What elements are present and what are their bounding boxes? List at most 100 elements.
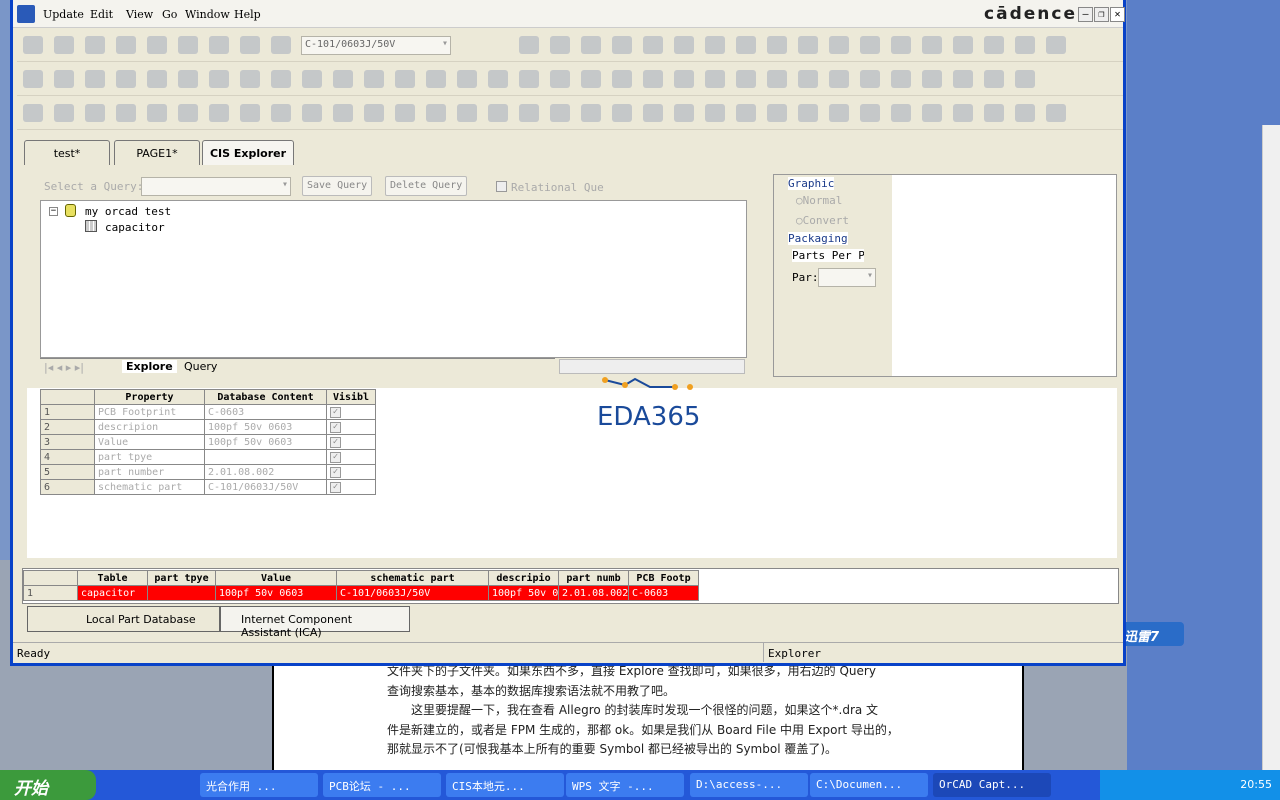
column-header[interactable]: PCB Footp bbox=[628, 570, 699, 586]
toolbar-icon[interactable] bbox=[705, 70, 725, 88]
toolbar-icon[interactable] bbox=[240, 36, 260, 54]
toolbar-icon[interactable] bbox=[116, 36, 136, 54]
result-cell[interactable]: 100pf 50v 0603 bbox=[215, 585, 337, 601]
column-header[interactable] bbox=[23, 570, 78, 586]
collapse-icon[interactable]: − bbox=[49, 207, 58, 216]
toolbar-icon[interactable] bbox=[674, 70, 694, 88]
convert-radio[interactable]: ○Convert bbox=[796, 214, 849, 227]
horizontal-scrollbar[interactable] bbox=[559, 359, 745, 374]
toolbar-icon[interactable] bbox=[333, 104, 353, 122]
toolbar-icon[interactable] bbox=[147, 104, 167, 122]
toolbar-icon[interactable] bbox=[1015, 36, 1035, 54]
toolbar-icon[interactable] bbox=[798, 36, 818, 54]
visible-checkbox[interactable]: ✓ bbox=[330, 467, 341, 478]
table-row[interactable]: 4 part tpye ✓ bbox=[40, 449, 376, 465]
save-query-button[interactable]: Save Query bbox=[302, 176, 373, 196]
column-header[interactable]: Database Content bbox=[204, 389, 327, 405]
toolbar-icon[interactable] bbox=[674, 104, 694, 122]
toolbar-icon[interactable] bbox=[240, 70, 260, 88]
toolbar-icon[interactable] bbox=[23, 104, 43, 122]
toolbar-icon[interactable] bbox=[147, 36, 167, 54]
select-query-combo[interactable] bbox=[141, 177, 291, 196]
toolbar-icon[interactable] bbox=[984, 104, 1004, 122]
column-header[interactable]: Visibl bbox=[326, 389, 376, 405]
toolbar-icon[interactable] bbox=[612, 104, 632, 122]
menu-window[interactable]: Window bbox=[185, 8, 230, 21]
column-header[interactable]: Table bbox=[77, 570, 148, 586]
toolbar-icon[interactable] bbox=[736, 70, 756, 88]
result-cell[interactable]: 1 bbox=[23, 585, 78, 601]
column-header[interactable]: part tpye bbox=[147, 570, 216, 586]
tab-test[interactable]: test* bbox=[24, 140, 110, 165]
result-cell[interactable]: C-101/0603J/50V bbox=[336, 585, 489, 601]
tab-page1[interactable]: PAGE1* bbox=[114, 140, 200, 165]
menu-go[interactable]: Go bbox=[162, 8, 177, 21]
toolbar-icon[interactable] bbox=[209, 104, 229, 122]
toolbar-icon[interactable] bbox=[1015, 104, 1035, 122]
toolbar-icon[interactable] bbox=[860, 70, 880, 88]
taskbar-item[interactable]: C:\Documen... bbox=[810, 773, 928, 797]
menu-update[interactable]: Update bbox=[43, 8, 84, 21]
toolbar-icon[interactable] bbox=[953, 36, 973, 54]
table-row[interactable]: 2 descripion 100pf 50v 0603 ✓ bbox=[40, 419, 376, 435]
toolbar-icon[interactable] bbox=[209, 36, 229, 54]
column-header[interactable]: descripio bbox=[488, 570, 559, 586]
visible-checkbox[interactable]: ✓ bbox=[330, 482, 341, 493]
toolbar-icon[interactable] bbox=[488, 104, 508, 122]
toolbar-icon[interactable] bbox=[922, 104, 942, 122]
property-value[interactable]: 100pf 50v 0603 bbox=[204, 434, 327, 450]
column-header[interactable]: Property bbox=[94, 389, 205, 405]
tab-cis-explorer[interactable]: CIS Explorer bbox=[202, 140, 294, 165]
toolbar-icon[interactable] bbox=[922, 70, 942, 88]
toolbar-icon[interactable] bbox=[85, 36, 105, 54]
toolbar-icon[interactable] bbox=[550, 104, 570, 122]
toolbar-icon[interactable] bbox=[302, 104, 322, 122]
toolbar-icon[interactable] bbox=[860, 104, 880, 122]
relational-checkbox[interactable] bbox=[496, 181, 507, 192]
tab-query[interactable]: Query bbox=[180, 360, 221, 373]
toolbar-icon[interactable] bbox=[581, 70, 601, 88]
toolbar-icon[interactable] bbox=[581, 36, 601, 54]
table-row[interactable]: 6 schematic part C-101/0603J/50V ✓ bbox=[40, 479, 376, 495]
visible-checkbox[interactable]: ✓ bbox=[330, 422, 341, 433]
toolbar-icon[interactable] bbox=[736, 36, 756, 54]
toolbar-icon[interactable] bbox=[116, 70, 136, 88]
toolbar-icon[interactable] bbox=[891, 104, 911, 122]
property-value[interactable]: 100pf 50v 0603 bbox=[204, 419, 327, 435]
toolbar-icon[interactable] bbox=[54, 104, 74, 122]
toolbar-icon[interactable] bbox=[643, 104, 663, 122]
tab-explore[interactable]: Explore bbox=[122, 360, 177, 373]
toolbar-icon[interactable] bbox=[54, 36, 74, 54]
toolbar-icon[interactable] bbox=[271, 104, 291, 122]
toolbar-icon[interactable] bbox=[395, 70, 415, 88]
toolbar-icon[interactable] bbox=[767, 36, 787, 54]
toolbar-icon[interactable] bbox=[705, 36, 725, 54]
property-value[interactable] bbox=[204, 449, 327, 465]
taskbar-item[interactable]: 光合作用 ... bbox=[200, 773, 318, 797]
toolbar-icon[interactable] bbox=[550, 70, 570, 88]
toolbar-icon[interactable] bbox=[364, 104, 384, 122]
toolbar-icon[interactable] bbox=[860, 36, 880, 54]
toolbar-icon[interactable] bbox=[984, 70, 1004, 88]
column-header[interactable]: schematic part bbox=[336, 570, 489, 586]
toolbar-icon[interactable] bbox=[829, 70, 849, 88]
toolbar-icon[interactable] bbox=[736, 104, 756, 122]
toolbar-icon[interactable] bbox=[240, 104, 260, 122]
minimize-button[interactable]: – bbox=[1078, 7, 1093, 22]
toolbar-icon[interactable] bbox=[488, 70, 508, 88]
toolbar-icon[interactable] bbox=[519, 36, 539, 54]
toolbar-icon[interactable] bbox=[85, 104, 105, 122]
toolbar-icon[interactable] bbox=[54, 70, 74, 88]
result-cell[interactable] bbox=[147, 585, 216, 601]
start-button[interactable]: 开始 bbox=[0, 770, 96, 800]
toolbar-icon[interactable] bbox=[519, 70, 539, 88]
toolbar-icon[interactable] bbox=[953, 104, 973, 122]
property-value[interactable]: C-101/0603J/50V bbox=[204, 479, 327, 495]
tab-local-part-database[interactable]: Local Part Database bbox=[27, 606, 220, 632]
part-combo[interactable]: C-101/0603J/50V bbox=[301, 36, 451, 55]
toolbar-icon[interactable] bbox=[178, 36, 198, 54]
tab-ica[interactable]: Internet Component Assistant (ICA) bbox=[220, 606, 410, 639]
tree-root[interactable]: my orcad test bbox=[85, 205, 171, 218]
tree-child[interactable]: capacitor bbox=[105, 221, 165, 234]
visible-checkbox[interactable]: ✓ bbox=[330, 452, 341, 463]
